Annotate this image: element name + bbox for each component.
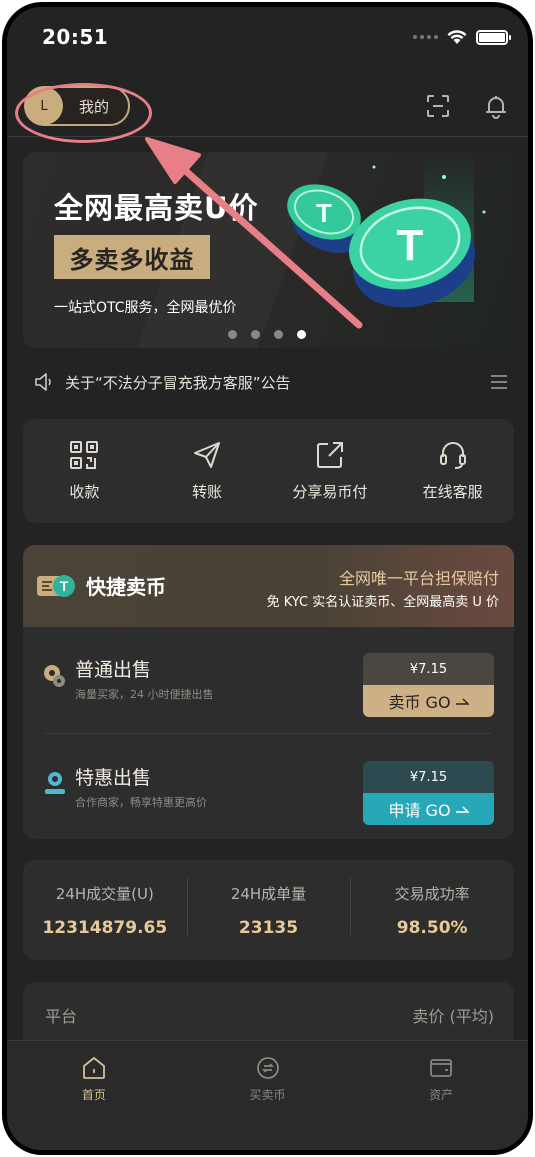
sell-go-label: 卖币 GO: [388, 693, 451, 712]
banner-tag: 多卖多收益: [54, 235, 210, 279]
quick-action-transfer[interactable]: 转账: [146, 419, 269, 523]
top-header: L 我的: [7, 77, 528, 143]
offer-subtitle: 合作商家，畅享特惠更高价: [75, 796, 207, 809]
wifi-icon: [447, 30, 467, 44]
stat-label: 交易成功率: [394, 884, 470, 903]
app-screen: 20:51 L 我的 全网最高卖U价 多卖多收益 一站式OTC服务，全网最优价 …: [7, 7, 528, 1150]
announcement-text: 关于“不法分子冒充我方客服”公告: [65, 373, 291, 392]
quick-sell-description: 免 KYC 实名认证卖币、全网最高卖 U 价: [266, 595, 499, 610]
my-account-button[interactable]: L 我的: [24, 86, 130, 126]
banner-dot[interactable]: [228, 330, 237, 339]
speaker-icon: [35, 373, 51, 391]
stat-label: 24H成交量(U): [55, 884, 154, 903]
go-arrow-icon: [455, 806, 469, 813]
stat-volume: 24H成交量(U) 12314879.65: [23, 883, 187, 938]
paper-plane-icon: [194, 442, 221, 468]
wallet-icon: [430, 1059, 453, 1077]
stat-success-rate: 交易成功率 98.50%: [350, 876, 514, 938]
go-arrow-icon: [455, 698, 469, 705]
trading-stats: 24H成交量(U) 12314879.65 24H成单量 23135 交易成功率…: [23, 860, 514, 960]
header-actions: [424, 92, 510, 120]
battery-icon: [476, 29, 511, 45]
banner-dot[interactable]: [274, 330, 283, 339]
stat-value: 23135: [238, 917, 299, 938]
avatar: L: [25, 87, 63, 125]
qr-code-icon: [70, 441, 99, 469]
quick-action-label: 在线客服: [422, 483, 483, 501]
menu-icon[interactable]: [490, 373, 508, 391]
apply-go-label: 申请 GO: [388, 801, 451, 820]
tab-label: 首页: [81, 1088, 106, 1102]
tab-label: 资产: [429, 1088, 454, 1102]
banner-subtitle: 一站式OTC服务，全网最优价: [54, 300, 237, 316]
apply-button[interactable]: ¥7.15 申请 GO: [363, 761, 494, 825]
quick-sell-card: T 快捷卖币 全网唯一平台担保赔付 免 KYC 实名认证卖币、全网最高卖 U 价…: [23, 545, 514, 839]
stat-value: 12314879.65: [42, 917, 168, 938]
offer-title: 特惠出售: [75, 767, 152, 789]
offer-price: ¥7.15: [363, 653, 494, 685]
status-bar: 20:51: [7, 7, 528, 67]
svg-text:T: T: [60, 578, 69, 594]
tab-home[interactable]: 首页: [7, 1041, 181, 1150]
headset-icon: [439, 442, 466, 469]
banner-title: 全网最高卖U价: [54, 191, 259, 225]
banner-dot-active[interactable]: [297, 330, 306, 339]
banner-dot[interactable]: [251, 330, 260, 339]
merchant-icon: [45, 772, 65, 794]
svg-text:T: T: [397, 221, 424, 270]
phone-frame: 20:51 L 我的 全网最高卖U价 多卖多收益 一站式OTC服务，全网最优价 …: [2, 2, 533, 1155]
quick-action-label: 转账: [192, 483, 223, 501]
quick-sell-header: T 快捷卖币 全网唯一平台担保赔付 免 KYC 实名认证卖币、全网最高卖 U 价: [23, 545, 514, 627]
tab-label: 买卖币: [249, 1088, 286, 1102]
quick-sell-slogan: 全网唯一平台担保赔付: [338, 569, 499, 588]
stat-orders: 24H成单量 23135: [186, 876, 351, 938]
promo-banner[interactable]: 全网最高卖U价 多卖多收益 一站式OTC服务，全网最优价 T T: [23, 152, 514, 348]
sell-go-row: 卖币 GO: [363, 685, 494, 717]
share-icon: [316, 442, 343, 468]
tether-coins-illustration: T T: [287, 152, 486, 308]
svg-text:T: T: [316, 198, 332, 228]
stat-label: 24H成单量: [230, 884, 307, 903]
quick-action-share[interactable]: 分享易币付: [269, 419, 392, 523]
location-pin-icon: [44, 665, 65, 687]
quick-action-label: 分享易币付: [292, 483, 368, 501]
offer-title: 普通出售: [75, 659, 152, 681]
divider: [45, 733, 492, 734]
offer-price: ¥7.15: [363, 761, 494, 793]
quick-action-receive[interactable]: 收款: [23, 419, 146, 523]
offer-subtitle: 海量买家，24 小时便捷出售: [75, 688, 214, 701]
sell-coin-button[interactable]: ¥7.15 卖币 GO: [363, 653, 494, 717]
apply-go-row: 申请 GO: [363, 793, 494, 825]
tab-assets[interactable]: 资产: [354, 1041, 528, 1150]
home-icon: [82, 1057, 105, 1079]
bottom-tab-bar: 首页 买卖币 资产: [7, 1040, 528, 1150]
quick-actions: 收款 转账 分享易币付 在线客服: [23, 419, 514, 523]
signal-icon: [413, 35, 438, 39]
status-time: 20:51: [42, 25, 109, 49]
bell-icon[interactable]: [482, 92, 510, 120]
banner-pagination[interactable]: [228, 330, 306, 339]
quick-action-support[interactable]: 在线客服: [391, 419, 514, 523]
tether-wallet-icon: T: [37, 575, 75, 597]
quick-sell-title: 快捷卖币: [86, 575, 166, 599]
price-column-header: 卖价 (平均): [412, 1007, 494, 1026]
quick-action-label: 收款: [69, 483, 100, 501]
my-account-label: 我的: [79, 97, 110, 116]
tab-trade[interactable]: 买卖币: [181, 1041, 355, 1150]
scan-icon[interactable]: [424, 92, 452, 120]
platform-column-header: 平台: [45, 1007, 78, 1026]
exchange-icon: [256, 1057, 279, 1079]
stat-value: 98.50%: [396, 917, 468, 938]
announcement-bar[interactable]: 关于“不法分子冒充我方客服”公告: [7, 359, 528, 405]
offer-special-sale[interactable]: 特惠出售 合作商家，畅享特惠更高价 ¥7.15 申请 GO: [23, 735, 514, 835]
offer-normal-sale[interactable]: 普通出售 海量买家，24 小时便捷出售 ¥7.15 卖币 GO: [23, 627, 514, 727]
status-icons: [413, 29, 511, 45]
